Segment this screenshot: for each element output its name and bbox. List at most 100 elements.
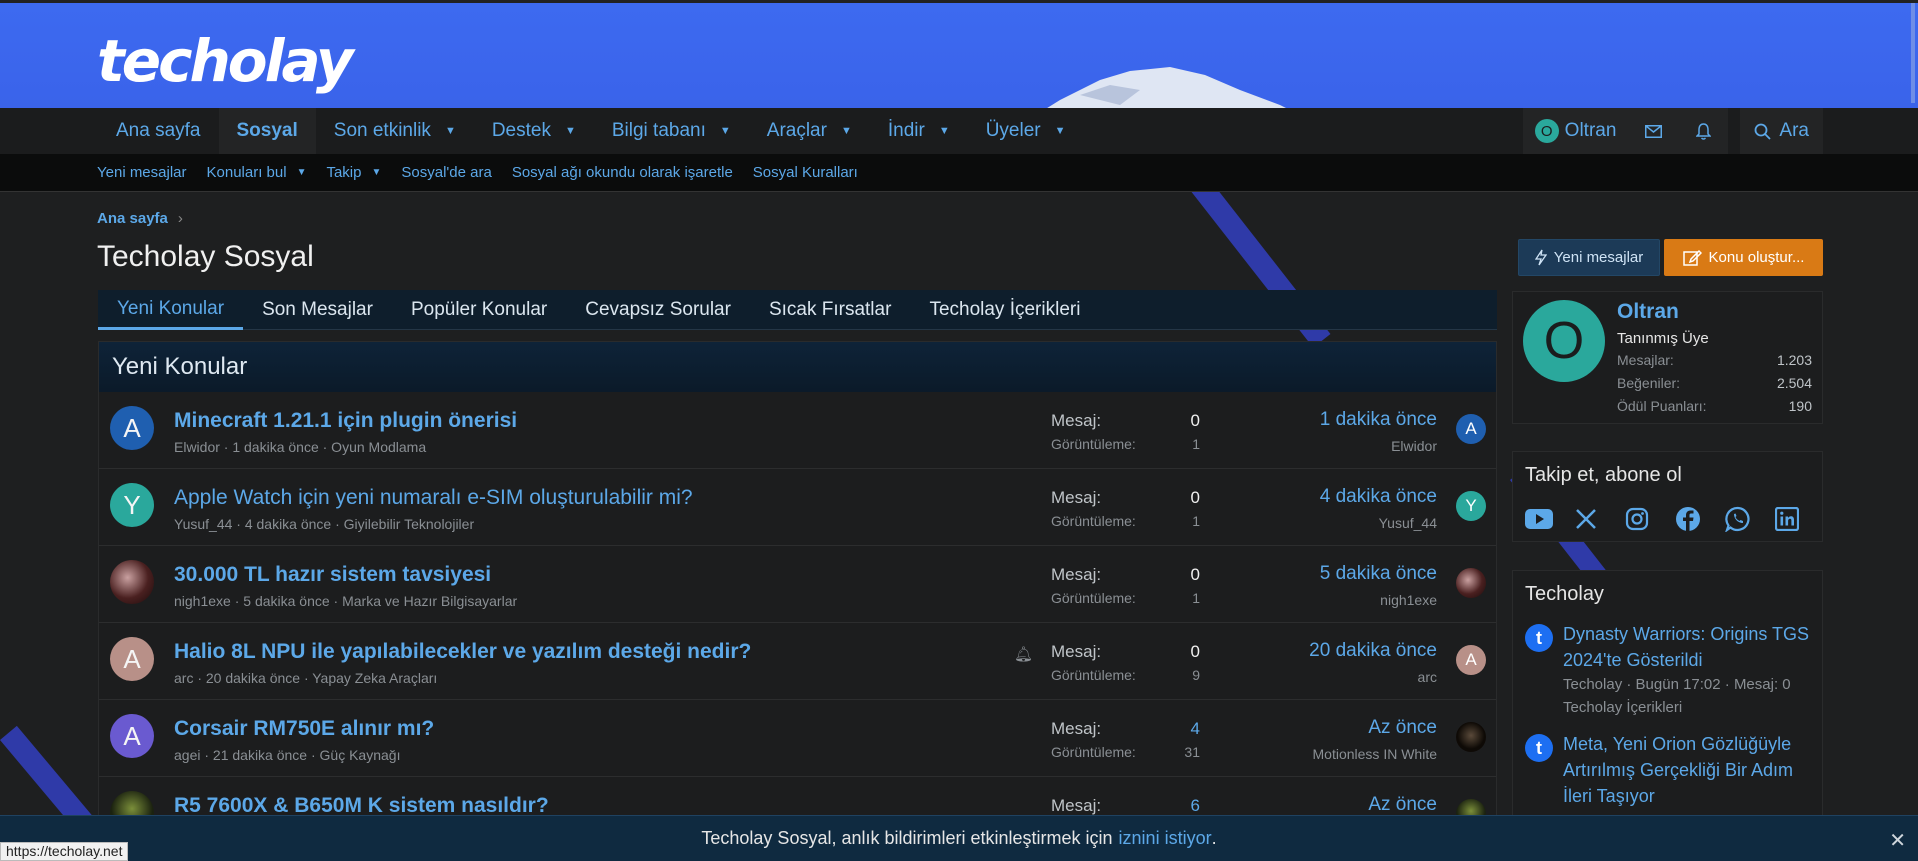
author-avatar[interactable]: A	[110, 637, 154, 681]
subnav-item[interactable]: Takip ▼	[326, 164, 381, 181]
breadcrumb-home-link[interactable]: Ana sayfa	[97, 210, 168, 227]
nav-tab-label: Bilgi tabanı	[611, 120, 706, 141]
linkedin-icon[interactable]	[1775, 504, 1825, 534]
last-poster-avatar[interactable]: A	[1456, 414, 1486, 444]
last-poster-avatar[interactable]: A	[1456, 645, 1486, 675]
block-heading: Yeni Konular	[99, 342, 1496, 392]
last-post-time[interactable]: 4 dakika önce	[1320, 486, 1437, 508]
last-post-time[interactable]: 20 dakika önce	[1309, 640, 1437, 662]
messages-label: Mesaj:	[1051, 719, 1102, 738]
last-poster-name[interactable]: Elwidor	[1391, 438, 1437, 454]
news-widget-title: Techolay	[1525, 583, 1604, 605]
nav-tab[interactable]: Son etkinlik ▼	[316, 108, 474, 154]
nav-tab[interactable]: Araçlar ▼	[749, 108, 870, 154]
inbox-button[interactable]	[1628, 108, 1679, 154]
messages-label: Mesaj:	[1051, 488, 1102, 507]
nav-tab[interactable]: Ana sayfa	[98, 108, 219, 154]
last-post-time[interactable]: Az önce	[1368, 794, 1437, 816]
last-post-time[interactable]: 1 dakika önce	[1320, 409, 1437, 431]
profile-avatar[interactable]: O	[1523, 300, 1605, 382]
last-poster-avatar[interactable]: Y	[1456, 491, 1486, 521]
nav-tab-label: Destek	[491, 120, 551, 141]
content-tab[interactable]: Techolay İçerikleri	[910, 290, 1099, 330]
whatsapp-icon[interactable]	[1725, 504, 1775, 534]
thread-title[interactable]: Corsair RM750E alınır mı?	[174, 717, 434, 741]
messages-label: Mesaj:	[1051, 565, 1102, 584]
profile-widget: O Oltran Tanınmış Üye Mesajlar: 1.203 Beğe…	[1512, 291, 1823, 424]
news-item: t Dynasty Warriors: Origins TGS 2024'te …	[1525, 621, 1815, 719]
nav-tab[interactable]: Bilgi tabanı ▼	[594, 108, 749, 154]
last-poster-avatar[interactable]	[1456, 722, 1486, 752]
search-icon	[1755, 123, 1772, 140]
caret-down-icon[interactable]: ▼	[1055, 125, 1066, 137]
watched-bell-icon: 🔔︎	[1014, 646, 1034, 663]
thread-meta: Yusuf_44 · 4 dakika önce · Giyilebilir T…	[174, 516, 475, 532]
alerts-button[interactable]	[1678, 108, 1729, 154]
nav-tab[interactable]: İndir ▼	[870, 108, 968, 154]
content-tab[interactable]: Popüler Konular	[392, 290, 566, 330]
news-item-title[interactable]: Dynasty Warriors: Origins TGS 2024'te Gö…	[1563, 621, 1815, 673]
account-menu[interactable]: O Oltran	[1522, 108, 1629, 154]
thread-title[interactable]: Minecraft 1.21.1 için plugin önerisi	[174, 409, 517, 433]
content-tab[interactable]: Yeni Konular	[98, 290, 244, 330]
scrollbar[interactable]	[1908, 3, 1918, 103]
last-post-time[interactable]: 5 dakika önce	[1320, 563, 1437, 585]
messages-count[interactable]: 4	[1191, 719, 1200, 739]
content-tab[interactable]: Sıcak Fırsatlar	[750, 290, 910, 330]
nav-tab[interactable]: Üyeler ▼	[968, 108, 1084, 154]
search-button[interactable]: Ara	[1740, 108, 1823, 154]
news-item-title[interactable]: Meta, Yeni Orion Gözlüğüyle Artırılmış G…	[1563, 731, 1815, 809]
caret-down-icon[interactable]: ▼	[841, 125, 852, 137]
x-icon[interactable]	[1575, 504, 1625, 534]
last-poster-name[interactable]: Motionless IN White	[1313, 746, 1437, 762]
caret-down-icon[interactable]: ▼	[445, 125, 456, 137]
subnav-item[interactable]: Sosyal'de ara	[401, 164, 491, 181]
news-item: t Meta, Yeni Orion Gözlüğüyle Artırılmış…	[1525, 731, 1815, 809]
notification-permission-link[interactable]: iznini istiyor	[1119, 828, 1212, 849]
subnav-item[interactable]: Sosyal Kuralları	[753, 164, 858, 181]
instagram-icon[interactable]	[1625, 504, 1675, 534]
last-poster-avatar[interactable]	[1456, 568, 1486, 598]
author-avatar[interactable]: Y	[110, 483, 154, 527]
messages-count[interactable]: 6	[1191, 796, 1200, 816]
messages-count: 0	[1190, 488, 1200, 507]
last-post-time[interactable]: Az önce	[1368, 717, 1437, 739]
subnav-item[interactable]: Konuları bul ▼	[207, 164, 307, 181]
views-count: 1	[1192, 436, 1200, 452]
nav-tab[interactable]: Sosyal	[218, 108, 316, 154]
site-logo[interactable]: techolay	[97, 27, 354, 95]
create-thread-button[interactable]: Konu oluştur...	[1664, 239, 1823, 276]
content-tab[interactable]: Son Mesajlar	[243, 290, 392, 330]
nav-tab-label: Araçlar	[766, 120, 827, 141]
author-avatar[interactable]	[110, 560, 154, 604]
last-poster-name[interactable]: nigh1exe	[1380, 592, 1437, 608]
caret-down-icon[interactable]: ▼	[372, 167, 382, 178]
last-poster-name[interactable]: arc	[1418, 669, 1437, 685]
news-item-category[interactable]: Techolay İçerikleri	[1563, 696, 1815, 719]
content-tab[interactable]: Cevapsız Sorular	[566, 290, 750, 330]
news-widget: Techolay t Dynasty Warriors: Origins TGS…	[1512, 570, 1823, 830]
social-widget-title: Takip et, abone ol	[1525, 464, 1682, 486]
thread-title[interactable]: Apple Watch için yeni numaralı e-SIM olu…	[174, 486, 693, 510]
subnav-item-label: Sosyal ağı okundu olarak işaretle	[511, 164, 733, 181]
profile-name[interactable]: Oltran	[1617, 300, 1679, 324]
caret-down-icon[interactable]: ▼	[297, 167, 307, 178]
techolay-icon: t	[1525, 624, 1553, 652]
youtube-icon[interactable]	[1525, 504, 1575, 534]
caret-down-icon[interactable]: ▼	[939, 125, 950, 137]
subnav-item[interactable]: Yeni mesajlar	[97, 164, 187, 181]
facebook-icon[interactable]	[1675, 504, 1725, 534]
thread-title[interactable]: Halio 8L NPU ile yapılabilecekler ve yaz…	[174, 640, 751, 664]
new-posts-button[interactable]: Yeni mesajlar	[1518, 239, 1660, 276]
thread-title[interactable]: 30.000 TL hazır sistem tavsiyesi	[174, 563, 491, 587]
nav-tab-label: Sosyal	[236, 120, 298, 141]
caret-down-icon[interactable]: ▼	[565, 125, 576, 137]
author-avatar[interactable]: A	[110, 406, 154, 450]
caret-down-icon[interactable]: ▼	[720, 125, 731, 137]
author-avatar[interactable]: A	[110, 714, 154, 758]
profile-stat-value: 2.504	[1776, 375, 1812, 391]
subnav-item[interactable]: Sosyal ağı okundu olarak işaretle	[512, 164, 733, 181]
nav-tab[interactable]: Destek ▼	[474, 108, 594, 154]
last-poster-name[interactable]: Yusuf_44	[1379, 515, 1437, 531]
close-icon[interactable]: ✕	[1889, 828, 1906, 853]
